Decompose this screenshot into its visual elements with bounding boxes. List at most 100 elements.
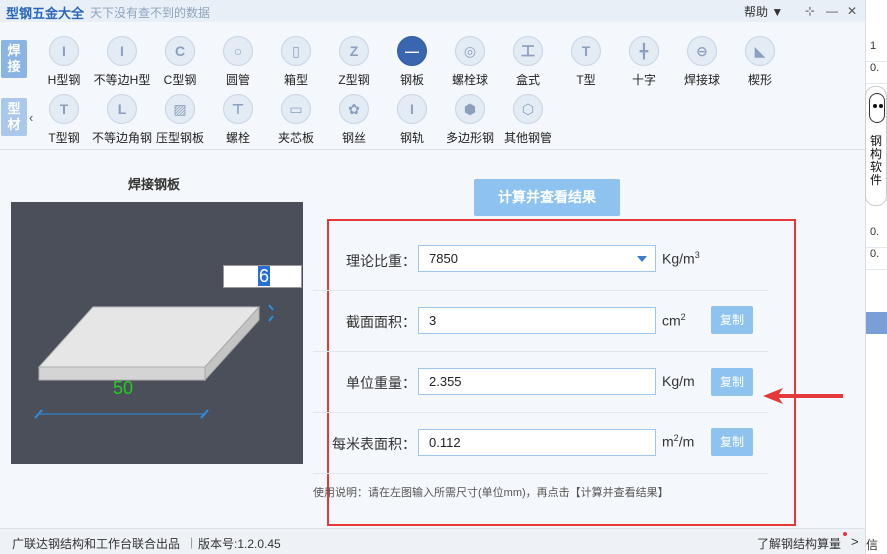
status-separator: | <box>190 535 194 549</box>
tool-label: 十字 <box>631 73 656 87</box>
shape-icon: Z <box>339 36 369 66</box>
shape-icon: ⬢ <box>455 94 485 124</box>
tool-label: 圆管 <box>225 73 250 87</box>
tool-row1-7[interactable]: ◎ 螺栓球 <box>438 36 502 94</box>
density-unit-sup: 3 <box>694 250 700 260</box>
tool-row1-6[interactable]: — 钢板 <box>380 36 444 94</box>
tool-row2-4[interactable]: ▭ 夹芯板 <box>264 94 328 152</box>
tool-label: 不等边角钢 <box>91 131 152 145</box>
app-title: 型钢五金大全 <box>6 6 85 21</box>
tool-label: 螺栓 <box>225 131 250 145</box>
chevron-right-icon[interactable]: > <box>851 534 859 549</box>
tool-row1-8[interactable]: 工盒式 <box>496 36 560 94</box>
title-bar: 型钢五金大全 天下没有查不到的数据 帮助 ▼ ⊹ — ✕ <box>0 0 865 22</box>
tool-label: 螺栓球 <box>451 73 488 87</box>
tool-row2-0[interactable]: T T型钢 <box>32 94 96 152</box>
bg-cell: 0. <box>866 62 887 84</box>
learn-more-link[interactable]: 了解钢结构算量 <box>757 535 841 552</box>
tool-row2-8[interactable]: ⬡ 其他钢管 <box>496 94 560 152</box>
copy-weight-button[interactable]: 复制 <box>711 368 753 396</box>
tool-row2-2[interactable]: ▨ 压型钢板 <box>148 94 212 152</box>
tool-row2-1[interactable]: L 不等边角钢 <box>90 94 154 152</box>
close-icon[interactable]: ✕ <box>843 2 861 20</box>
tab-welding[interactable]: 焊 接 <box>1 40 27 78</box>
tool-row1-11[interactable]: ⊖ 焊接球 <box>670 36 734 94</box>
bg-bottom-text: 信息 <box>866 538 879 552</box>
tool-label: 其他钢管 <box>503 131 552 145</box>
copy-area-button[interactable]: 复制 <box>711 306 753 334</box>
surface-label: 每米表面积： <box>332 436 416 452</box>
shape-icon: ⬡ <box>513 94 543 124</box>
weight-field[interactable]: 2.355 <box>418 368 656 395</box>
area-unit-sup: 2 <box>680 312 686 322</box>
mascot-face-icon <box>869 93 885 123</box>
area-unit-base: cm <box>662 312 681 329</box>
app-subtitle: 天下没有查不到的数据 <box>90 6 211 20</box>
tool-label: 压型钢板 <box>155 131 204 145</box>
red-arrow-annotation <box>763 388 843 404</box>
shape-icon: — <box>397 36 427 66</box>
tool-label: 焊接球 <box>683 73 720 87</box>
bg-cell: 0. <box>866 226 887 248</box>
tab-profile[interactable]: 型 材 <box>1 98 27 136</box>
status-bar: 广联达钢结构和工作台联合出品 | 版本号:1.2.0.45 了解钢结构算量 > <box>0 528 865 554</box>
area-label: 截面面积： <box>346 314 416 330</box>
density-unit-base: Kg/m <box>662 250 695 267</box>
tool-row1-0[interactable]: I H型钢 <box>32 36 96 94</box>
usage-note: 使用说明：请在左图输入所需尺寸(单位mm)，再点击【计算并查看结果】 <box>313 487 669 499</box>
tool-row2-7[interactable]: ⬢ 多边形钢 <box>438 94 502 152</box>
thickness-value: 6 <box>258 266 271 286</box>
chevron-down-icon[interactable] <box>637 256 647 262</box>
thickness-input[interactable]: 6 <box>223 265 302 288</box>
mascot-widget[interactable]: 钢构软件 <box>865 86 887 206</box>
tool-row1-10[interactable]: ╋ 十字 <box>612 36 676 94</box>
shape-icon: T <box>571 36 601 66</box>
tool-row2-3[interactable]: ⊤ 螺栓 <box>206 94 270 152</box>
thickness-tick-top <box>268 304 274 311</box>
tool-label: 夹芯板 <box>277 131 314 145</box>
shape-icon: C <box>165 36 195 66</box>
version-text: 版本号:1.2.0.45 <box>198 537 281 551</box>
surface-field[interactable]: 0.112 <box>418 429 656 456</box>
tool-row1-5[interactable]: Z Z型钢 <box>322 36 386 94</box>
bg-selected-cell <box>866 312 887 334</box>
tool-label: Z型钢 <box>338 73 370 87</box>
app-window: 型钢五金大全 天下没有查不到的数据 帮助 ▼ ⊹ — ✕ 焊 接 型 材 ‹ I… <box>0 0 865 554</box>
tool-row1-12[interactable]: ◣ 楔形 <box>728 36 792 94</box>
tool-label: 多边形钢 <box>445 131 494 145</box>
tool-row2-6[interactable]: I 钢轨 <box>380 94 444 152</box>
row-divider <box>313 473 768 474</box>
surface-unit-base: m <box>662 433 674 450</box>
plate-illustration <box>34 304 274 419</box>
tool-row1-9[interactable]: T T型 <box>554 36 618 94</box>
shape-icon: 工 <box>513 36 543 66</box>
tool-label: T型 <box>576 73 596 87</box>
tool-label: H型钢 <box>47 73 81 87</box>
pin-icon[interactable]: ⊹ <box>801 2 819 20</box>
minimize-icon[interactable]: — <box>823 2 841 20</box>
tool-row1-3[interactable]: ○ 圆管 <box>206 36 270 94</box>
tool-label: 不等边H型 <box>93 73 151 87</box>
tool-label: 箱型 <box>283 73 308 87</box>
width-input[interactable]: 50 <box>113 378 133 399</box>
tool-row1-1[interactable]: I 不等边H型 <box>90 36 154 94</box>
shape-icon: ▨ <box>165 94 195 124</box>
tool-row2-5[interactable]: ✿ 钢丝 <box>322 94 386 152</box>
shape-icon: I <box>49 36 79 66</box>
density-label: 理论比重： <box>346 253 416 269</box>
thickness-tick-bottom <box>268 315 274 322</box>
shape-icon: I <box>107 36 137 66</box>
notification-dot <box>843 532 847 536</box>
bg-cell: 1 <box>866 40 887 62</box>
density-select[interactable]: 7850 <box>418 245 656 272</box>
surface-unit: m2/m <box>662 433 694 450</box>
shape-icon: L <box>107 94 137 124</box>
background-window: 1 0. 0. 0. 信息 <box>865 0 887 554</box>
tool-row1-2[interactable]: C C型钢 <box>148 36 212 94</box>
area-field[interactable]: 3 <box>418 307 656 334</box>
tool-row1-4[interactable]: ▯ 箱型 <box>264 36 328 94</box>
calculate-button[interactable]: 计算并查看结果 <box>474 179 620 216</box>
copy-surface-button[interactable]: 复制 <box>711 428 753 456</box>
mascot-text: 钢构软件 <box>870 134 883 187</box>
help-menu[interactable]: 帮助 ▼ <box>744 3 783 20</box>
